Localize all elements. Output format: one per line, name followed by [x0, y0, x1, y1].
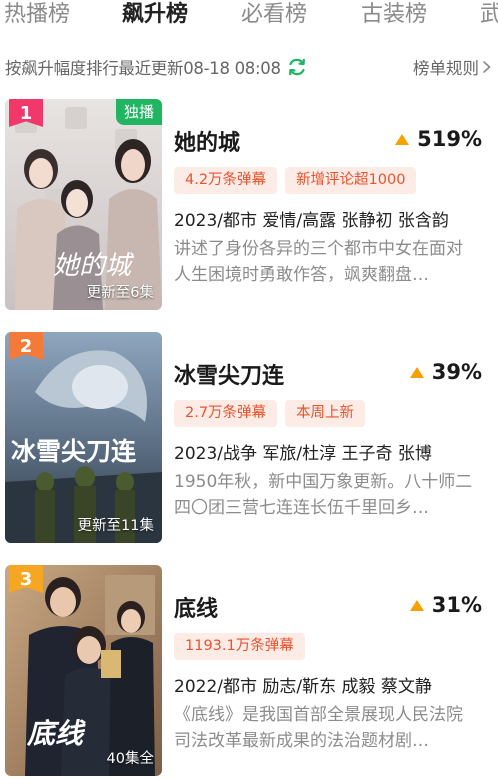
- poster-image[interactable]: 底线 3 40集全: [5, 565, 162, 776]
- up-arrow-icon: [395, 133, 410, 145]
- rise-percentage: 39%: [409, 360, 482, 384]
- poster-art: 底线: [5, 565, 162, 776]
- up-arrow-icon: [409, 366, 424, 378]
- list-item[interactable]: 她的城 1 独播 更新至6集 她的城 519% 4.2万条弹幕 新增评论超100…: [0, 99, 498, 311]
- tab-hot[interactable]: 热播榜: [4, 0, 70, 34]
- new-this-week-badge: 本周上新: [285, 400, 366, 427]
- danmaku-count-badge: 4.2万条弹幕: [174, 167, 278, 194]
- svg-text:她的城: 她的城: [53, 251, 135, 281]
- tag-list: 2.7万条弹幕 本周上新: [174, 400, 366, 427]
- list-item[interactable]: 冰雪尖刀连 2 更新至11集 冰雪尖刀连 39% 2.7万条弹幕 本周上新 20…: [0, 332, 498, 544]
- show-description: 讲述了身份各异的三个都市中女在面对人生困境时勇敢作答，飒爽翻盘…: [174, 239, 463, 285]
- rank-tabs: 热播榜 飙升榜 必看榜 古装榜 武: [0, 0, 498, 44]
- danmaku-count-badge: 1193.1万条弹幕: [174, 633, 305, 660]
- tab-martial[interactable]: 武: [480, 0, 498, 34]
- svg-text:冰雪尖刀连: 冰雪尖刀连: [11, 437, 137, 466]
- episode-status: 更新至6集: [86, 285, 154, 301]
- tab-must-watch[interactable]: 必看榜: [241, 0, 307, 34]
- show-description: 《底线》是我国首部全景展现人民法院司法改革最新成果的法治题材剧…: [174, 705, 463, 751]
- refresh-icon[interactable]: [287, 57, 307, 77]
- chevron-right-icon: [483, 61, 491, 73]
- poster-art: 冰雪尖刀连: [5, 332, 162, 543]
- update-time-text: 按飙升幅度排行最近更新08-18 08:08: [5, 59, 281, 78]
- episode-status: 更新至11集: [77, 518, 154, 534]
- rise-percentage: 31%: [409, 593, 482, 617]
- tag-list: 4.2万条弹幕 新增评论超1000: [174, 167, 417, 194]
- show-description: 1950年秋，新中国万象更新。八十师二四〇团三营七连连长伍千里回乡…: [174, 472, 473, 518]
- poster-image[interactable]: 冰雪尖刀连 2 更新至11集: [5, 332, 162, 543]
- svg-text:底线: 底线: [26, 717, 86, 750]
- up-arrow-icon: [409, 599, 424, 611]
- exclusive-badge: 独播: [115, 99, 162, 125]
- rules-link[interactable]: 榜单规则: [413, 52, 493, 82]
- show-meta: 2022/都市 励志/靳东 成毅 蔡文静: [174, 677, 432, 697]
- tag-list: 1193.1万条弹幕: [174, 633, 305, 660]
- episode-status: 40集全: [106, 751, 154, 767]
- list-item[interactable]: 底线 3 40集全 底线 31% 1193.1万条弹幕 2022/都市 励志/靳…: [0, 565, 498, 777]
- poster-art: 她的城: [5, 99, 162, 310]
- danmaku-count-badge: 2.7万条弹幕: [174, 400, 278, 427]
- show-title[interactable]: 底线: [174, 591, 218, 623]
- list-subheader: 按飙升幅度排行最近更新08-18 08:08 榜单规则: [5, 52, 493, 82]
- show-title[interactable]: 她的城: [174, 125, 240, 157]
- show-meta: 2023/战争 军旅/杜淳 王子奇 张博: [174, 444, 432, 464]
- show-title[interactable]: 冰雪尖刀连: [174, 358, 284, 390]
- rules-label: 榜单规则: [413, 59, 479, 78]
- tab-rising[interactable]: 飙升榜: [122, 0, 188, 34]
- show-meta: 2023/都市 爱情/高露 张静初 张含韵: [174, 211, 449, 231]
- comment-badge: 新增评论超1000: [285, 167, 417, 194]
- rise-percentage: 519%: [395, 127, 482, 151]
- tab-costume[interactable]: 古装榜: [361, 0, 427, 34]
- poster-image[interactable]: 她的城 1 独播 更新至6集: [5, 99, 162, 310]
